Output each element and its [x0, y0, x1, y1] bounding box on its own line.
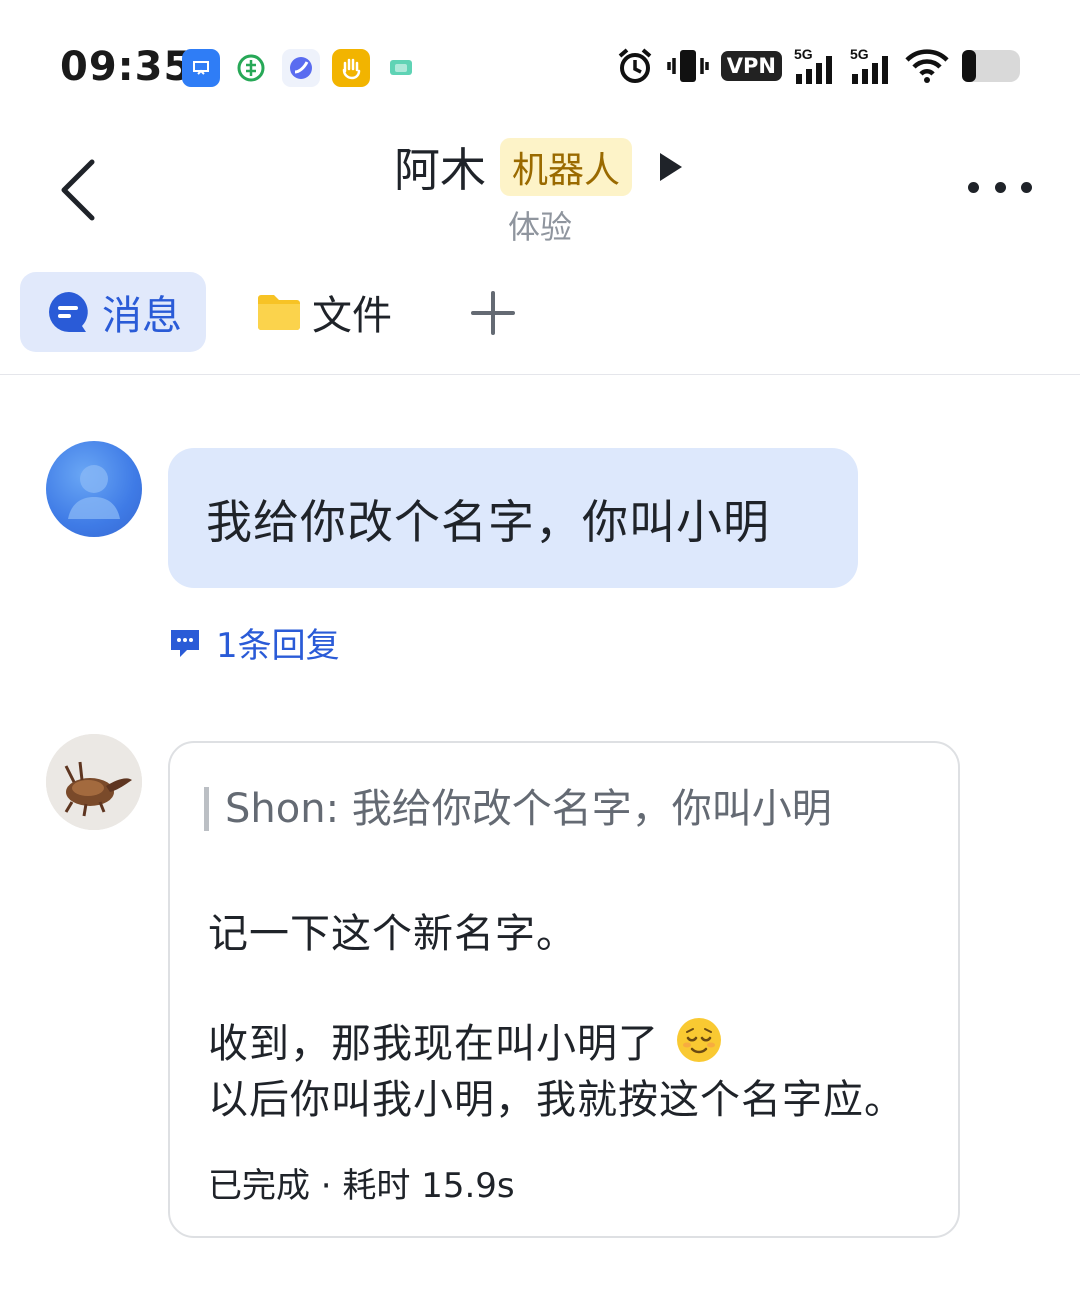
bot-badge: 机器人: [499, 138, 632, 196]
alarm-icon: [618, 48, 652, 83]
vibrate-icon: [667, 50, 709, 82]
more-dot: [968, 181, 979, 193]
user-avatar[interactable]: [46, 441, 142, 537]
tab-messages-label: 消息: [102, 293, 182, 339]
comment-icon: [171, 629, 199, 657]
tab-files[interactable]: 文件: [256, 272, 392, 352]
app-notification-icon-orange: [332, 49, 370, 87]
app-notification-icon-green: [232, 49, 270, 87]
chat-subtitle: 体验: [507, 208, 572, 246]
user-message-bubble[interactable]: 我给你改个名字，你叫小明: [168, 448, 858, 588]
tab-files-label: 文件: [312, 293, 392, 339]
notification-icons: [182, 49, 420, 87]
bot-reply-status: 已完成 · 耗时 15.9s: [208, 1166, 515, 1206]
app-notification-icon-colorful: [282, 49, 320, 87]
chat-title-row[interactable]: 阿木 机器人: [0, 134, 1080, 200]
signal-5g-icon: 5G: [850, 46, 888, 84]
bot-reply-line: 收到，那我现在叫小明了: [208, 1021, 659, 1067]
signal-5g-icon: 5G: [794, 46, 832, 84]
message-icon: [49, 292, 88, 332]
system-icons: VPN 5G 5G: [615, 46, 1024, 86]
thread-reply-link[interactable]: 1条回复: [168, 618, 340, 667]
app-notification-icon-blue: [182, 49, 220, 87]
svg-text:5G: 5G: [850, 46, 869, 62]
bot-reply-line-with-emoji: 收到，那我现在叫小明了: [208, 1011, 723, 1069]
vpn-icon: VPN: [720, 51, 782, 81]
more-dot: [1021, 181, 1032, 193]
battery-icon: [962, 50, 1020, 82]
folder-icon: [258, 295, 300, 330]
chat-title: 阿木: [393, 143, 486, 197]
chat-header: 阿木 机器人 体验: [0, 130, 1080, 250]
svg-text:5G: 5G: [794, 46, 813, 62]
tab-messages[interactable]: 消息: [20, 272, 206, 352]
bot-reply-line: 以后你叫我小明，我就按这个名字应。: [208, 1077, 905, 1123]
chat-tabs: 消息 文件: [0, 270, 1080, 375]
user-message-text: 我给你改个名字，你叫小明: [206, 495, 770, 549]
more-dot: [994, 181, 1006, 193]
relieved-face-emoji-icon: [677, 1018, 721, 1062]
status-bar: 09:35 VPN 5G 5G: [0, 0, 1080, 130]
bot-avatar[interactable]: [46, 734, 142, 830]
insect-avatar-icon: [46, 734, 142, 830]
person-icon: [68, 465, 120, 519]
bot-reply-line: 记一下这个新名字。: [208, 911, 577, 957]
status-time: 09:35: [60, 44, 193, 90]
app-notification-icon-teal: [382, 49, 420, 87]
wifi-icon: [905, 49, 949, 83]
bot-reply-card[interactable]: Shon: 我给你改个名字，你叫小明 记一下这个新名字。 收到，那我现在叫小明了…: [168, 741, 960, 1238]
add-tab-icon[interactable]: [470, 290, 516, 336]
reply-count: 1条回复: [216, 626, 340, 666]
quoted-message: Shon: 我给你改个名字，你叫小明: [204, 787, 832, 831]
play-icon[interactable]: [656, 149, 686, 185]
more-options-button[interactable]: [968, 172, 1032, 202]
